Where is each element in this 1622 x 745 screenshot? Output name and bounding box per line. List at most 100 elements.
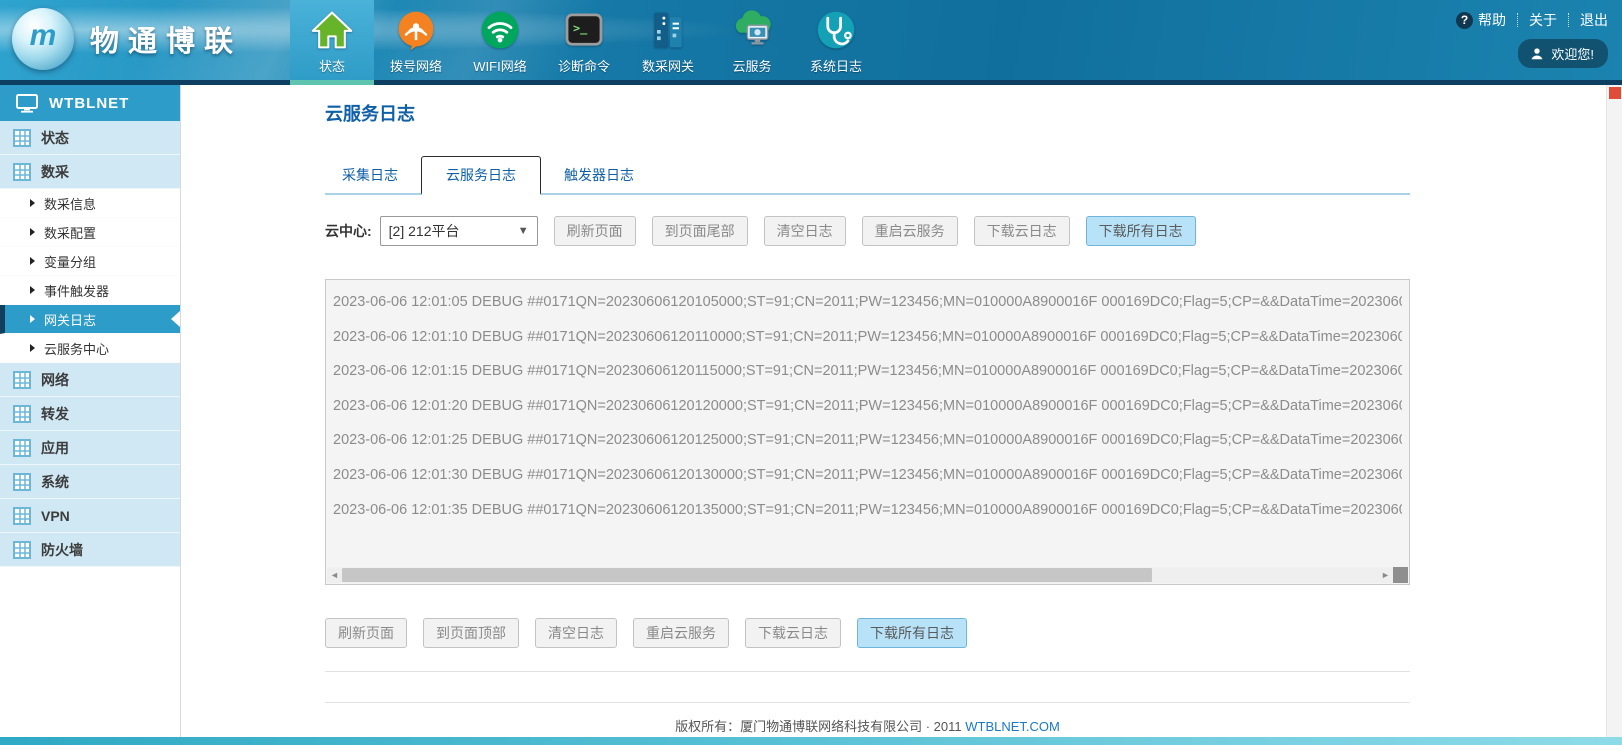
sidebar-subitem-data-config[interactable]: 数采配置 [0,218,180,247]
nav-item-cloud-service[interactable]: 云服务 [710,0,794,85]
sidebar-subitem-label: 数采配置 [44,223,96,242]
sidebar-item-label: 应用 [41,438,69,458]
sidebar-subitem-label: 变量分组 [44,252,96,271]
nav-label: 状态 [319,56,345,75]
sidebar-item-firewall[interactable]: 防火墙 [0,533,180,567]
grid-icon [13,473,31,491]
sidebar-item-application[interactable]: 应用 [0,431,180,465]
brand-logo-icon: m [12,8,74,70]
to-page-top-button[interactable]: 到页面顶部 [423,618,519,648]
restart-cloud-service-button[interactable]: 重启云服务 [862,216,958,246]
to-page-bottom-button[interactable]: 到页面尾部 [652,216,748,246]
log-line: 2023-06-06 12:01:35 DEBUG ##0171QN=20230… [333,493,1402,528]
separator [1517,13,1518,27]
caret-right-icon [30,257,35,265]
grid-icon [13,439,31,457]
restart-cloud-service-button-bottom[interactable]: 重启云服务 [633,618,729,648]
tab-cloud-log[interactable]: 云服务日志 [421,156,541,195]
svg-text:>_: >_ [573,21,588,36]
caret-right-icon [30,228,35,236]
grid-icon [13,163,31,181]
antenna-icon [393,7,439,53]
horizontal-scrollbar[interactable]: ◄ ► [327,567,1408,583]
download-all-logs-button[interactable]: 下载所有日志 [1086,216,1196,246]
sidebar-item-forwarding[interactable]: 转发 [0,397,180,431]
server-gateway-icon [645,7,691,53]
chevron-down-icon: ▼ [518,225,529,237]
home-icon [309,7,355,53]
log-viewer[interactable]: 2023-06-06 12:01:05 DEBUG ##0171QN=20230… [325,279,1410,585]
nav-label: 拨号网络 [390,56,442,75]
brand: m 物通博联 [12,8,242,70]
grid-icon [13,129,31,147]
grid-icon [13,371,31,389]
nav-item-dial-network[interactable]: 拨号网络 [374,0,458,85]
tab-trigger-log[interactable]: 触发器日志 [547,157,651,193]
nav-item-status[interactable]: 状态 [290,0,374,85]
top-header: m 物通博联 状态 拨号网络 WIFI网络 >_ 诊断命令 [0,0,1622,85]
clear-log-button-bottom[interactable]: 清空日志 [535,618,617,648]
help-icon: ? [1456,12,1473,29]
log-line: 2023-06-06 12:01:30 DEBUG ##0171QN=20230… [333,458,1402,493]
clear-log-button[interactable]: 清空日志 [764,216,846,246]
welcome-badge[interactable]: 欢迎您! [1518,39,1608,68]
site-link[interactable]: WTBLNET.COM [965,719,1060,734]
logout-link[interactable]: 退出 [1580,10,1608,30]
content-divider [325,671,1410,672]
caret-right-icon [30,315,35,323]
select-value: [2] 212平台 [389,221,460,241]
scroll-right-arrow-icon[interactable]: ► [1378,567,1393,583]
download-cloud-log-button[interactable]: 下载云日志 [974,216,1070,246]
log-tabs: 采集日志 云服务日志 触发器日志 [325,156,1410,195]
sidebar-item-network[interactable]: 网络 [0,363,180,397]
nav-item-wifi-network[interactable]: WIFI网络 [458,0,542,85]
refresh-page-button-bottom[interactable]: 刷新页面 [325,618,407,648]
sidebar-subitem-data-info[interactable]: 数采信息 [0,189,180,218]
grid-icon [13,507,31,525]
about-link[interactable]: 关于 [1529,10,1557,30]
cloud-center-select[interactable]: [2] 212平台 ▼ [380,216,538,246]
grid-icon [13,541,31,559]
caret-right-icon [30,199,35,207]
log-toolbar: 云中心: [2] 212平台 ▼ 刷新页面 到页面尾部 清空日志 重启云服务 下… [325,216,1410,246]
log-line: 2023-06-06 12:01:15 DEBUG ##0171QN=20230… [333,354,1402,389]
page-scrollbar[interactable] [1606,85,1622,737]
sidebar-item-label: 防火墙 [41,540,83,560]
scrollbar-marker [1609,87,1621,99]
download-all-logs-button-bottom[interactable]: 下载所有日志 [857,618,967,648]
sidebar-item-status[interactable]: 状态 [0,121,180,155]
sidebar-subitem-label: 云服务中心 [44,339,109,358]
page-bottom-bar [0,737,1622,745]
sidebar-subitem-label: 事件触发器 [44,281,109,300]
sidebar-subitem-event-trigger[interactable]: 事件触发器 [0,276,180,305]
sidebar-item-label: 系统 [41,472,69,492]
download-cloud-log-button-bottom[interactable]: 下载云日志 [745,618,841,648]
sidebar-subitem-variable-group[interactable]: 变量分组 [0,247,180,276]
wifi-icon [477,7,523,53]
sidebar-subitem-cloud-center[interactable]: 云服务中心 [0,334,180,363]
sidebar-subitem-label: 数采信息 [44,194,96,213]
sidebar-item-system[interactable]: 系统 [0,465,180,499]
sidebar-subitem-label: 网关日志 [44,310,96,329]
nav-item-gateway[interactable]: 数采网关 [626,0,710,85]
sidebar-item-data-collection[interactable]: 数采 [0,155,180,189]
sidebar-item-label: 状态 [41,128,69,148]
footer: 版权所有：厦门物通博联网络科技有限公司 · 2011 WTBLNET.COM [325,702,1410,735]
cloud-monitor-icon [729,7,775,53]
nav-label: 诊断命令 [558,56,610,75]
scroll-left-arrow-icon[interactable]: ◄ [327,567,342,583]
scrollbar-thumb[interactable] [342,568,1152,582]
nav-item-system-log[interactable]: 系统日志 [794,0,878,85]
caret-right-icon [30,344,35,352]
nav-item-diagnostics[interactable]: >_ 诊断命令 [542,0,626,85]
refresh-page-button[interactable]: 刷新页面 [554,216,636,246]
scrollbar-corner [1393,567,1408,583]
sidebar-subitem-gateway-log[interactable]: 网关日志 [0,305,180,334]
nav-label: 云服务 [732,56,771,75]
nav-label: WIFI网络 [473,56,526,75]
copyright-text: 版权所有：厦门物通博联网络科技有限公司 · 2011 [675,719,962,734]
sidebar-item-vpn[interactable]: VPN [0,499,180,533]
help-link[interactable]: 帮助 [1478,10,1506,30]
sidebar-item-label: 数采 [41,162,69,182]
tab-collect-log[interactable]: 采集日志 [325,157,415,193]
